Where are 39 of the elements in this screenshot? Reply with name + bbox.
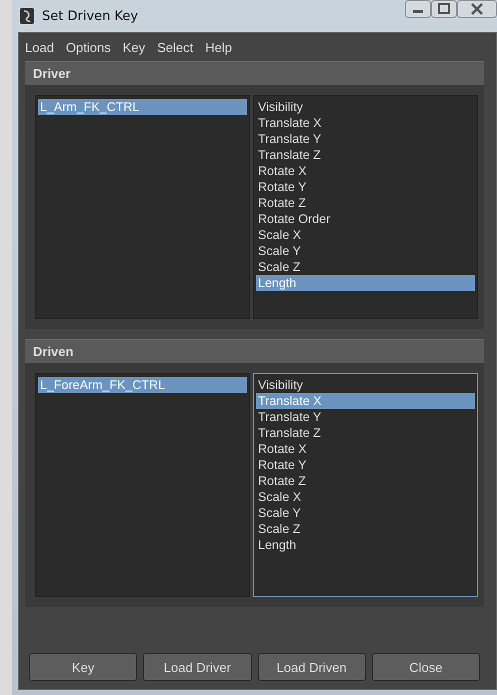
list-item[interactable]: Visibility [256, 99, 475, 115]
dialog-button[interactable]: Key [29, 653, 138, 681]
minimize-icon[interactable] [405, 0, 431, 18]
app-icon [20, 8, 34, 24]
dialog-button[interactable]: Load Driven [258, 653, 366, 681]
close-icon[interactable] [457, 0, 497, 18]
list-item[interactable]: Scale Y [256, 505, 475, 521]
list-item[interactable]: Rotate X [256, 163, 475, 179]
list-item[interactable]: Translate Y [256, 131, 475, 147]
list-item[interactable]: Scale X [256, 227, 475, 243]
list-item[interactable]: Rotate Z [256, 195, 475, 211]
window-title: Set Driven Key [42, 8, 138, 24]
menu-item[interactable]: Key [122, 40, 146, 54]
list-item[interactable]: Rotate X [256, 441, 475, 457]
list-item[interactable]: Scale Z [256, 521, 475, 537]
menu-item[interactable]: Load [25, 40, 54, 54]
list-item[interactable]: Rotate Y [256, 457, 475, 473]
menu-item[interactable]: Select [157, 40, 194, 54]
list-item[interactable]: Scale Y [256, 243, 475, 259]
menu-item[interactable]: Help [205, 40, 232, 54]
attribute-list[interactable]: Visibility Translate X Translate Y Translate Z Rotate X Rotate Y Rotate Z Scale X Scale Y Scale Z Length [253, 373, 478, 597]
list-item[interactable]: Translate X [256, 115, 475, 131]
list-item[interactable]: Rotate Z [256, 473, 475, 489]
list-item[interactable]: Translate Y [256, 409, 475, 425]
list-item[interactable]: Translate Z [256, 147, 475, 163]
maximize-icon[interactable] [431, 0, 457, 18]
list-item[interactable]: Rotate Order [256, 211, 475, 227]
list-item[interactable]: Translate Z [256, 425, 475, 441]
list-item[interactable]: Rotate Y [256, 179, 475, 195]
list-item[interactable]: Length [256, 537, 475, 553]
section-header[interactable]: Driven [25, 339, 484, 363]
dialog-button[interactable]: Close [372, 653, 480, 681]
attribute-list[interactable]: Visibility Translate X Translate Y Translate Z Rotate X Rotate Y Rotate Z Rotate Order Scale X Scale Y Scale Z Length [253, 95, 478, 319]
section-header[interactable]: Driver [25, 61, 484, 85]
dialog-button[interactable]: Load Driver [143, 653, 252, 681]
list-item[interactable]: Visibility [256, 377, 475, 393]
menu-item[interactable]: Options [66, 40, 111, 54]
list-item[interactable]: Scale X [256, 489, 475, 505]
list-item[interactable]: Scale Z [256, 259, 475, 275]
